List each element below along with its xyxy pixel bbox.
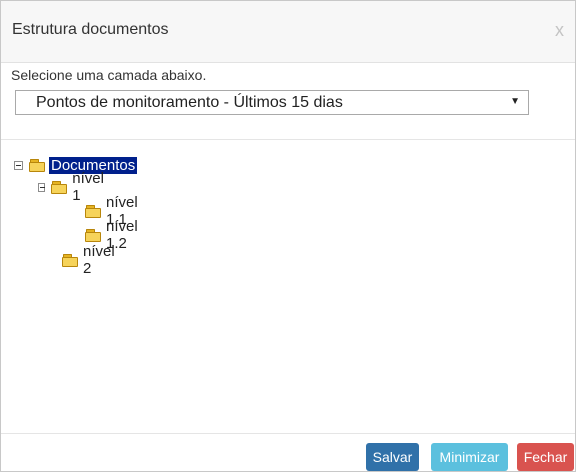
folder-icon <box>85 228 102 242</box>
close-button[interactable]: Fechar <box>517 443 574 471</box>
footer-divider <box>1 433 575 434</box>
layer-select-value: Pontos de monitoramento - Últimos 15 dia… <box>36 94 343 111</box>
collapse-icon[interactable] <box>38 182 46 192</box>
minimize-button[interactable]: Minimizar <box>431 443 508 471</box>
folder-icon <box>85 204 102 218</box>
tree-node-nivel-2[interactable]: nível 2 <box>62 243 116 277</box>
tree-node-label: nível 1 <box>72 170 104 204</box>
section-divider <box>1 139 575 140</box>
layer-select[interactable]: Pontos de monitoramento - Últimos 15 dia… <box>15 90 529 115</box>
document-structure-dialog: Estrutura documentos x Selecione uma cam… <box>0 0 576 472</box>
layer-select-label: Selecione uma camada abaixo. <box>11 67 207 83</box>
dialog-header: Estrutura documentos x <box>1 1 575 63</box>
collapse-icon[interactable] <box>14 160 23 170</box>
dialog-title: Estrutura documentos <box>12 21 169 38</box>
close-icon[interactable]: x <box>555 20 564 41</box>
folder-open-icon <box>51 180 68 194</box>
folder-open-icon <box>29 158 46 172</box>
chevron-down-icon: ▼ <box>510 96 520 107</box>
tree-node-nivel-1[interactable]: nível 1 <box>38 170 107 204</box>
folder-icon <box>62 253 79 267</box>
save-button[interactable]: Salvar <box>366 443 419 471</box>
tree-node-label: nível 2 <box>83 243 115 277</box>
tree-node-nivel-1-2[interactable]: nível 1.2 <box>85 218 139 252</box>
